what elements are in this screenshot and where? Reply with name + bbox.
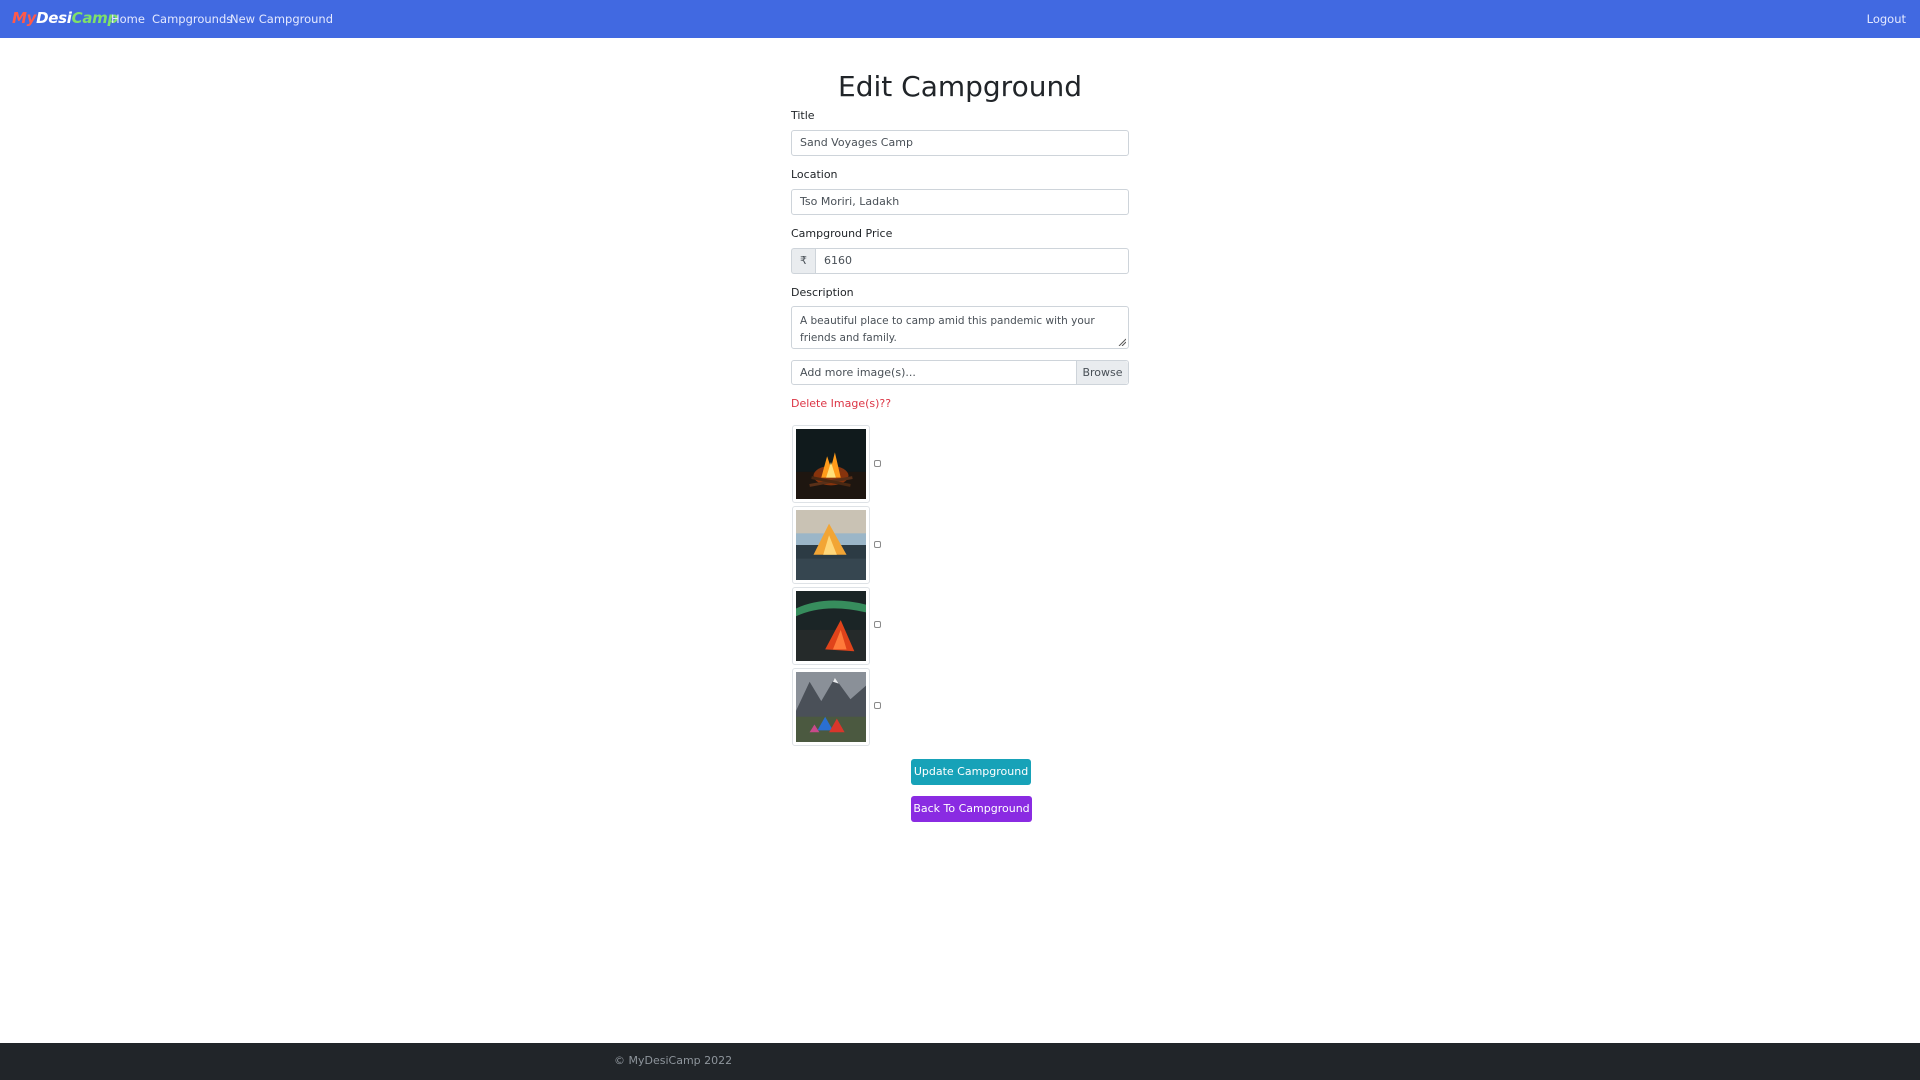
brand-part-my: My <box>12 9 37 27</box>
location-label: Location <box>791 168 838 181</box>
nav-new-campground-link[interactable]: New Campground <box>230 12 333 26</box>
delete-image-checkbox[interactable] <box>874 541 881 548</box>
price-label: Campground Price <box>791 227 893 240</box>
aurora-tent-image <box>796 591 866 661</box>
brand-logo[interactable]: MyDesiCamp <box>12 9 118 27</box>
brand-part-desi: Desi <box>36 9 72 27</box>
image-file-input[interactable]: Add more image(s)... Browse <box>791 360 1129 385</box>
image-thumbnail <box>792 425 870 503</box>
title-input[interactable]: Sand Voyages Camp <box>791 130 1129 156</box>
footer: © MyDesiCamp 2022 <box>0 1043 1920 1080</box>
currency-prefix: ₹ <box>791 248 815 274</box>
resize-grip-icon[interactable] <box>1118 338 1126 346</box>
footer-copyright: © MyDesiCamp 2022 <box>614 1054 733 1067</box>
browse-button[interactable]: Browse <box>1076 361 1128 384</box>
delete-image-checkbox[interactable] <box>874 621 881 628</box>
location-input[interactable]: Tso Moriri, Ladakh <box>791 189 1129 215</box>
description-label: Description <box>791 286 854 299</box>
navbar: MyDesiCamp Home Campgrounds New Campgrou… <box>0 0 1920 38</box>
description-textarea[interactable]: A beautiful place to camp amid this pand… <box>791 306 1129 349</box>
mountain-tents-image <box>796 672 866 742</box>
delete-image-checkbox[interactable] <box>874 460 881 467</box>
campfire-image <box>796 429 866 499</box>
nav-campgrounds-link[interactable]: Campgrounds <box>152 12 232 26</box>
image-thumbnail <box>792 506 870 584</box>
update-campground-button[interactable]: Update Campground <box>911 759 1031 785</box>
page-title: Edit Campground <box>838 70 1082 103</box>
price-input[interactable]: 6160 <box>815 248 1129 274</box>
tent-at-dusk-image <box>796 510 866 580</box>
file-input-placeholder: Add more image(s)... <box>800 366 916 379</box>
nav-home-link[interactable]: Home <box>111 12 145 26</box>
delete-images-label: Delete Image(s)?? <box>791 397 892 410</box>
logout-link[interactable]: Logout <box>1867 12 1906 26</box>
image-thumbnail <box>792 668 870 746</box>
delete-image-checkbox[interactable] <box>874 702 881 709</box>
title-label: Title <box>791 109 815 122</box>
description-text: A beautiful place to camp amid this pand… <box>800 315 1095 344</box>
back-to-campground-button[interactable]: Back To Campground <box>911 796 1032 822</box>
image-thumbnail <box>792 587 870 665</box>
